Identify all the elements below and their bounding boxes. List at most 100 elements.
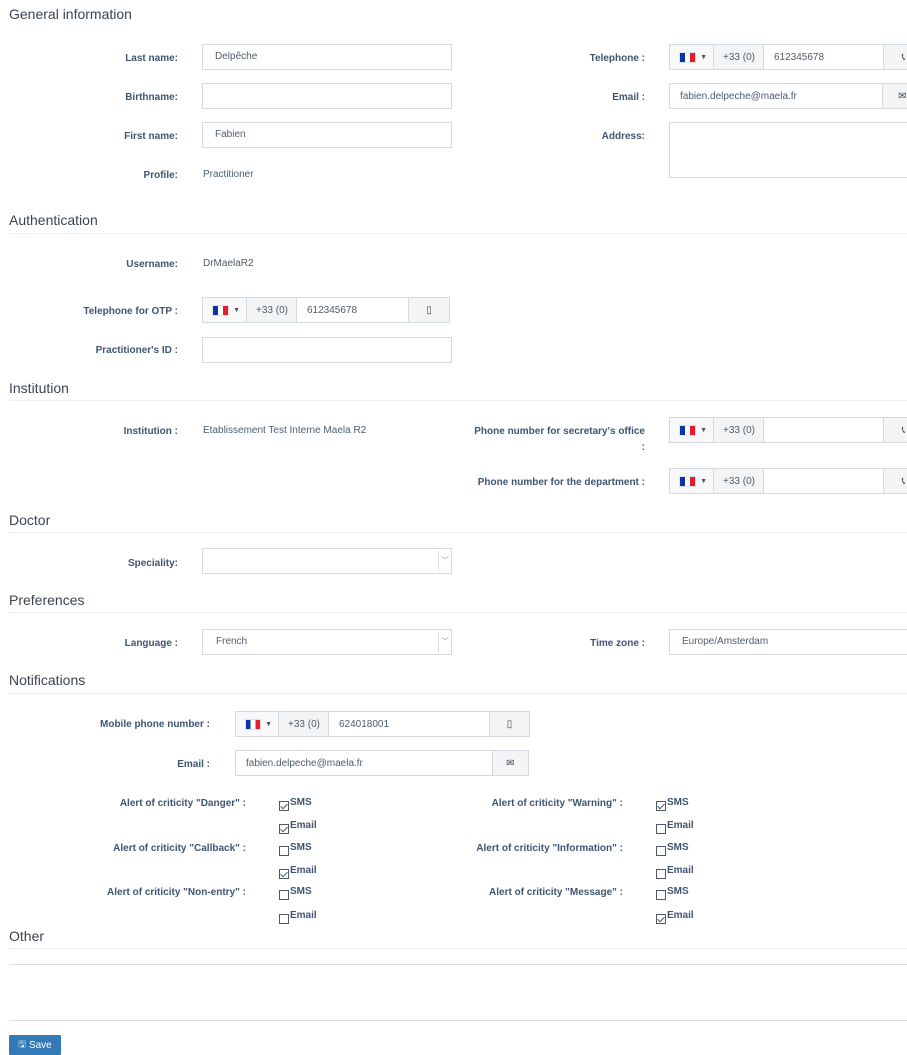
save-label: Save xyxy=(28,1039,52,1051)
checkbox[interactable] xyxy=(279,869,289,879)
checkbox[interactable] xyxy=(279,824,289,834)
alert-nonentry-email[interactable]: Email xyxy=(279,910,317,924)
telephone-prefix: +33 (0) xyxy=(714,44,764,70)
checkbox[interactable] xyxy=(656,824,666,834)
alert-warning-sms[interactable]: SMS xyxy=(656,797,689,811)
checkbox[interactable] xyxy=(279,801,289,811)
language-select[interactable]: French ﹀ xyxy=(202,629,452,655)
practitioner-id-label: Practitioner's ID : xyxy=(95,345,178,356)
mobile-phone-input[interactable]: 624018001 xyxy=(328,711,490,737)
country-selector[interactable]: ▼ xyxy=(669,417,714,443)
otp-telephone-input[interactable]: 612345678 xyxy=(296,297,409,323)
notification-email-group: fabien.delpeche@maela.fr ✉ xyxy=(235,750,529,776)
secretary-phone-group: ▼ +33 (0) 📞︎ xyxy=(669,417,907,443)
mobile-prefix: +33 (0) xyxy=(279,711,329,737)
sms-label: SMS xyxy=(667,886,689,897)
sms-label: SMS xyxy=(290,886,312,897)
caret-down-icon: ▼ xyxy=(233,306,240,314)
chevron-down-icon: ﹀ xyxy=(438,632,451,652)
last-name-field[interactable]: Delpêche xyxy=(202,44,452,70)
secretary-phone-label-colon: : xyxy=(641,442,645,453)
department-phone-input[interactable] xyxy=(763,468,884,494)
alert-danger-sms[interactable]: SMS xyxy=(279,797,312,811)
checkbox[interactable] xyxy=(656,801,666,811)
sms-label: SMS xyxy=(667,842,689,853)
notification-email-field[interactable]: fabien.delpeche@maela.fr xyxy=(235,750,493,776)
country-selector[interactable]: ▼ xyxy=(202,297,247,323)
department-phone-label: Phone number for the department : xyxy=(477,477,645,488)
country-selector[interactable]: ▼ xyxy=(669,468,714,494)
chevron-down-icon: ﹀ xyxy=(438,551,451,571)
email-label: Email xyxy=(290,910,317,921)
practitioner-id-field[interactable] xyxy=(202,337,452,363)
france-flag-icon xyxy=(679,475,697,487)
alert-danger-email[interactable]: Email xyxy=(279,820,317,834)
alert-information-label: Alert of criticity "Information" : xyxy=(476,843,623,854)
send-email-button[interactable]: ✉ xyxy=(883,83,907,109)
alert-callback-email[interactable]: Email xyxy=(279,865,317,879)
language-value: French xyxy=(216,636,248,647)
checkbox[interactable] xyxy=(279,846,289,856)
secretary-prefix: +33 (0) xyxy=(714,417,764,443)
mobile-icon: ▯ xyxy=(426,304,432,316)
save-button[interactable]: 🖫 Save xyxy=(9,1035,61,1055)
caret-down-icon: ▼ xyxy=(265,720,272,728)
alert-nonentry-sms[interactable]: SMS xyxy=(279,886,312,900)
section-title-preferences: Preferences xyxy=(9,592,85,608)
mobile-phone-group: ▼ +33 (0) 624018001 ▯ xyxy=(235,711,530,737)
alert-information-sms[interactable]: SMS xyxy=(656,842,689,856)
email-label: Email xyxy=(290,865,317,876)
alert-information-email[interactable]: Email xyxy=(656,865,694,879)
speciality-select[interactable]: ﹀ xyxy=(202,548,452,574)
alert-warning-email[interactable]: Email xyxy=(656,820,694,834)
france-flag-icon xyxy=(679,51,697,63)
username-value: DrMaelaR2 xyxy=(203,258,254,269)
email-field[interactable]: fabien.delpeche@maela.fr xyxy=(669,83,883,109)
last-name-label: Last name: xyxy=(125,53,178,64)
france-flag-icon xyxy=(212,304,230,316)
section-title-general: General information xyxy=(9,6,132,22)
country-selector[interactable]: ▼ xyxy=(669,44,714,70)
call-button[interactable]: 📞︎ xyxy=(883,44,907,70)
caret-down-icon: ▼ xyxy=(700,53,707,61)
email-label: Email xyxy=(667,820,694,831)
checkbox[interactable] xyxy=(656,846,666,856)
address-label: Address: xyxy=(601,131,645,142)
country-selector[interactable]: ▼ xyxy=(235,711,279,737)
section-title-other: Other xyxy=(9,928,45,944)
section-title-notifications: Notifications xyxy=(9,672,86,688)
department-prefix: +33 (0) xyxy=(714,468,764,494)
checkbox[interactable] xyxy=(656,869,666,879)
call-button[interactable]: 📞︎ xyxy=(883,468,907,494)
secretary-phone-input[interactable] xyxy=(763,417,884,443)
username-label: Username: xyxy=(126,259,178,270)
alert-callback-sms[interactable]: SMS xyxy=(279,842,312,856)
speciality-label: Speciality: xyxy=(127,558,178,569)
checkbox[interactable] xyxy=(656,890,666,900)
otp-prefix: +33 (0) xyxy=(247,297,297,323)
timezone-field[interactable]: Europe/Amsterdam xyxy=(669,629,907,655)
mobile-phone-label: Mobile phone number : xyxy=(100,719,210,730)
otp-mobile-button[interactable]: ▯ xyxy=(408,297,450,323)
first-name-field[interactable]: Fabien xyxy=(202,122,452,148)
checkbox[interactable] xyxy=(279,890,289,900)
alert-message-sms[interactable]: SMS xyxy=(656,886,689,900)
checkbox[interactable] xyxy=(656,914,666,924)
phone-icon: 📞︎ xyxy=(901,475,906,487)
section-title-authentication: Authentication xyxy=(9,212,98,228)
section-divider xyxy=(9,400,907,401)
mobile-button[interactable]: ▯ xyxy=(489,711,530,737)
checkbox[interactable] xyxy=(279,914,289,924)
floppy-disk-icon: 🖫 xyxy=(18,1039,26,1049)
call-button[interactable]: 📞︎ xyxy=(883,417,907,443)
send-email-button[interactable]: ✉ xyxy=(493,750,529,776)
section-divider xyxy=(9,693,907,694)
telephone-input[interactable]: 612345678 xyxy=(763,44,884,70)
section-divider xyxy=(9,948,907,949)
language-label: Language : xyxy=(124,638,178,649)
alert-warning-label: Alert of criticity "Warning" : xyxy=(491,798,623,809)
envelope-icon: ✉ xyxy=(506,757,515,769)
address-field[interactable] xyxy=(669,122,907,178)
birthname-field[interactable] xyxy=(202,83,452,109)
alert-message-email[interactable]: Email xyxy=(656,910,694,924)
